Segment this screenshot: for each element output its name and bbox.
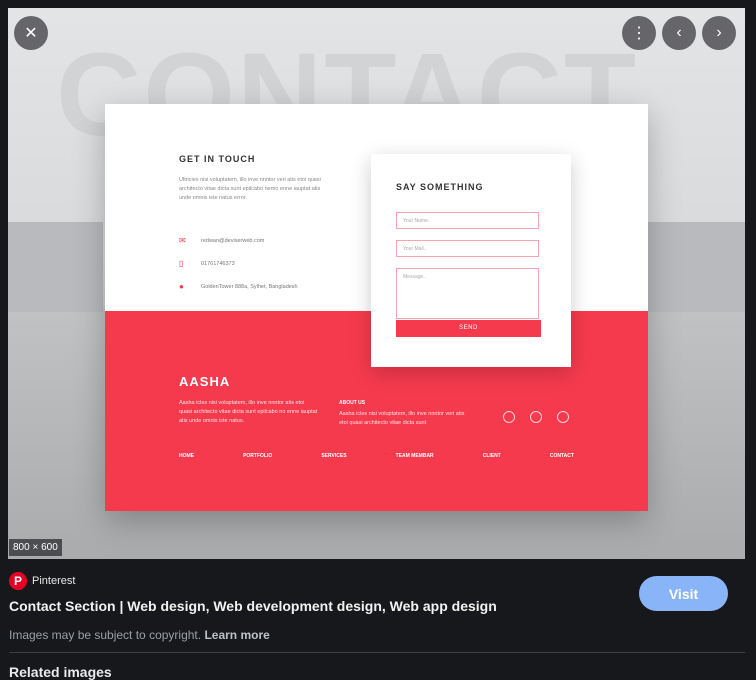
chevron-left-icon: ‹ [676, 24, 682, 41]
background-bridge [8, 222, 103, 312]
mail-field: Your Mail.. [396, 240, 539, 257]
source-name: Pinterest [32, 575, 76, 587]
phone-text: 01761746373 [201, 261, 235, 267]
email-row: ✉ redwan@deviserweb.com [179, 237, 264, 245]
email-text: redwan@deviserweb.com [201, 238, 265, 244]
image-size-badge: 800 × 600 [9, 539, 62, 556]
facebook-icon [503, 411, 515, 423]
nav-contact: CONTACT [549, 453, 574, 459]
source-row[interactable]: P Pinterest [9, 572, 75, 590]
learn-more-link[interactable]: Learn more [204, 628, 269, 642]
contact-mockup: GET IN TOUCH Ultricies nisi voluptatem, … [105, 104, 648, 511]
brand-text: Aasha icles nisi voluptatem, illo inve n… [179, 400, 318, 424]
nav-services: SERVICES [321, 453, 347, 459]
nav-portfolio: PORTFOLIO [243, 453, 273, 459]
about-heading: ABOUT US [339, 400, 366, 406]
nav-home: HOME [179, 453, 194, 459]
copyright-text: Images may be subject to copyright. [9, 628, 202, 642]
related-images-heading: Related images [9, 664, 112, 680]
say-something-heading: SAY SOMETHING [396, 182, 484, 192]
close-icon: ✕ [24, 25, 38, 42]
get-in-touch-text: Ultricies nisi voluptatem, illo inve nnn… [179, 177, 321, 201]
twitter-icon [530, 411, 542, 423]
next-button[interactable]: › [702, 16, 736, 50]
mockup-footer-nav: HOME PORTFOLIO SERVICES TEAM MEMBAR CLIE… [179, 453, 574, 459]
copyright-notice: Images may be subject to copyright. Lear… [9, 628, 270, 642]
close-button[interactable]: ✕ [14, 16, 48, 50]
nav-client: CLIENT [482, 453, 501, 459]
phone-icon: ▯ [179, 259, 184, 268]
pinterest-icon: P [9, 572, 27, 590]
chevron-right-icon: › [716, 24, 722, 41]
image-title-link[interactable]: Contact Section | Web design, Web develo… [9, 598, 497, 614]
divider [9, 652, 745, 653]
background-buildings [648, 222, 745, 312]
name-field: Your Name.. [396, 212, 539, 229]
address-row: ● GoldenTower 888a, Sylhet, Bangladesh [179, 283, 298, 291]
contact-form: SAY SOMETHING Your Name.. Your Mail.. Me… [371, 154, 571, 367]
send-button: SEND [396, 320, 541, 337]
more-vert-icon: ⋮ [631, 25, 647, 42]
mail-icon: ✉ [179, 236, 186, 245]
previous-button[interactable]: ‹ [662, 16, 696, 50]
image-viewer: CONTACT GET IN TOUCH Ultricies nisi volu… [8, 8, 745, 559]
nav-team: TEAM MEMBAR [395, 453, 434, 459]
phone-row: ▯ 01761746373 [179, 260, 235, 268]
more-options-button[interactable]: ⋮ [622, 16, 656, 50]
dribbble-icon [557, 411, 569, 423]
location-pin-icon: ● [179, 282, 184, 291]
address-text: GoldenTower 888a, Sylhet, Bangladesh [201, 284, 298, 290]
visit-button[interactable]: Visit [639, 576, 728, 611]
message-field: Message.. [396, 268, 539, 319]
brand-title: AASHA [179, 374, 231, 389]
get-in-touch-heading: GET IN TOUCH [179, 154, 256, 164]
about-text: Aasha icles nisi voluptatem, illo inve n… [339, 411, 465, 426]
